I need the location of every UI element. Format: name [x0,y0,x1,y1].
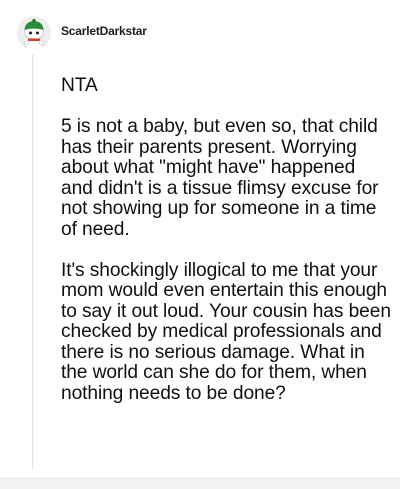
comment-paragraph: NTA [61,75,98,96]
username[interactable]: ScarletDarkstar [61,24,147,38]
avatar[interactable] [17,16,51,50]
comment-paragraph: 5 is not a baby, but even so, that child… [61,116,379,240]
comment-paragraph: It's shockingly illogical to me that you… [61,259,391,404]
comment-header: ScarletDarkstar [17,15,147,51]
snoo-avatar-icon [17,16,51,50]
bottom-divider [0,478,400,489]
thread-line[interactable] [32,54,33,470]
comment-body: NTA 5 is not a baby, but even so, that c… [61,75,391,425]
